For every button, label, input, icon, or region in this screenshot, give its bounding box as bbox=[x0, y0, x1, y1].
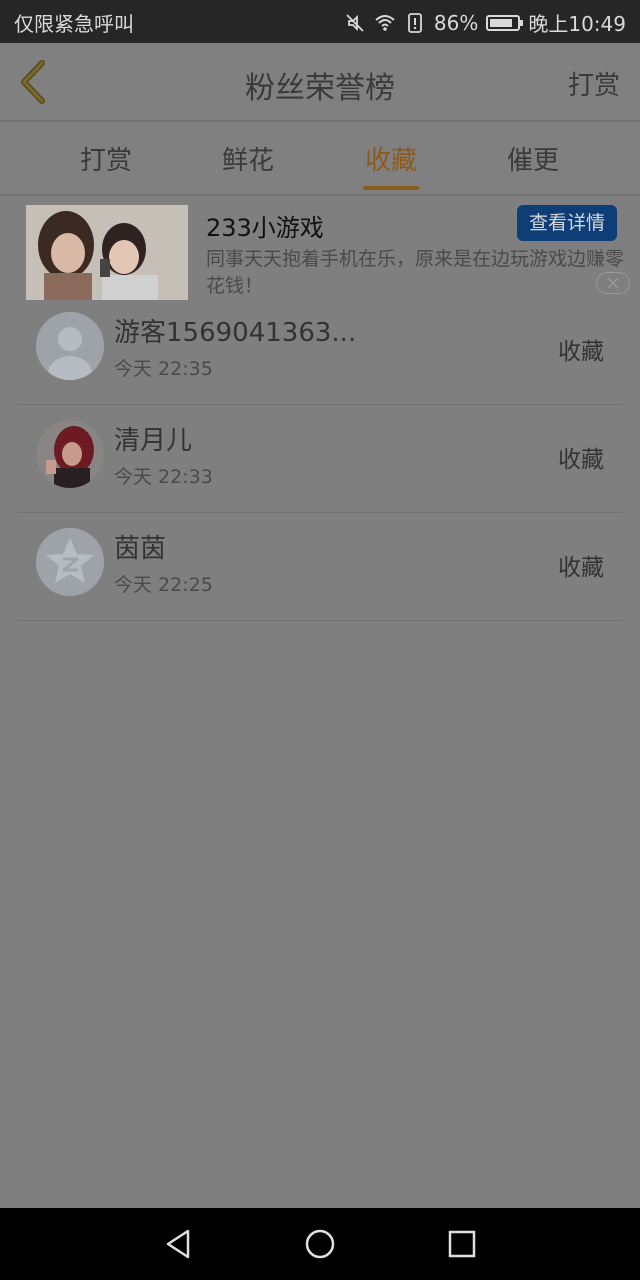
wifi-icon bbox=[375, 14, 395, 31]
photo-avatar bbox=[36, 420, 104, 488]
status-bar: 仅限紧急呼叫 86% 晚上10:49 bbox=[0, 0, 640, 43]
active-tab-indicator bbox=[363, 186, 419, 190]
ad-description: 同事天天抱着手机在乐，原来是在边玩游戏边赚零花钱！ bbox=[206, 248, 625, 297]
carrier-text: 仅限紧急呼叫 bbox=[14, 12, 134, 36]
timestamp: 今天 22:35 bbox=[114, 358, 213, 380]
ad-photo bbox=[26, 205, 188, 300]
header: 粉丝荣誉榜 打赏 bbox=[0, 43, 640, 122]
qq-avatar-icon bbox=[36, 528, 104, 596]
recents-square-icon[interactable] bbox=[444, 1226, 480, 1262]
ad-title: 233小游戏 bbox=[206, 214, 324, 242]
tab-bar: 打赏 鲜花 收藏 催更 bbox=[0, 122, 640, 196]
list-item[interactable]: 茵茵 今天 22:25 收藏 bbox=[18, 512, 622, 621]
tab-urge-update[interactable]: 催更 bbox=[473, 140, 593, 177]
user-name: 清月儿 bbox=[114, 426, 193, 456]
favorite-label: 收藏 bbox=[558, 339, 604, 365]
favorite-label: 收藏 bbox=[558, 555, 604, 581]
timestamp: 今天 22:33 bbox=[114, 466, 213, 488]
battery-icon bbox=[486, 14, 524, 31]
view-details-button[interactable]: 查看详情 bbox=[517, 205, 617, 241]
system-nav-bar bbox=[0, 1208, 640, 1280]
favorite-label: 收藏 bbox=[558, 447, 604, 473]
tab-favorites[interactable]: 收藏 bbox=[331, 140, 451, 177]
battery-percent: 86% bbox=[433, 10, 479, 35]
tab-flowers[interactable]: 鲜花 bbox=[188, 140, 308, 177]
default-avatar-icon bbox=[36, 312, 104, 380]
user-name: 游客1569041363... bbox=[114, 318, 357, 348]
home-circle-icon[interactable] bbox=[302, 1226, 338, 1262]
ad-image[interactable] bbox=[26, 205, 188, 300]
page-title: 粉丝荣誉榜 bbox=[245, 71, 395, 106]
reward-button[interactable]: 打赏 bbox=[568, 65, 620, 102]
battery-level bbox=[490, 18, 513, 27]
close-icon[interactable] bbox=[596, 272, 630, 294]
mute-icon bbox=[346, 13, 364, 32]
user-name: 茵茵 bbox=[114, 534, 167, 564]
alert-icon bbox=[408, 12, 422, 33]
back-triangle-icon[interactable] bbox=[160, 1226, 196, 1262]
list-item[interactable]: 游客1569041363... 今天 22:35 收藏 bbox=[18, 296, 622, 405]
list-item[interactable]: 清月儿 今天 22:33 收藏 bbox=[18, 404, 622, 513]
clock: 晚上10:49 bbox=[528, 12, 626, 36]
ad-banner[interactable]: 233小游戏 查看详情 同事天天抱着手机在乐，原来是在边玩游戏边赚零花钱！ bbox=[0, 196, 640, 304]
tab-reward[interactable]: 打赏 bbox=[46, 140, 166, 177]
status-icons: 86% 晚上10:49 bbox=[344, 8, 626, 37]
timestamp: 今天 22:25 bbox=[114, 574, 213, 596]
